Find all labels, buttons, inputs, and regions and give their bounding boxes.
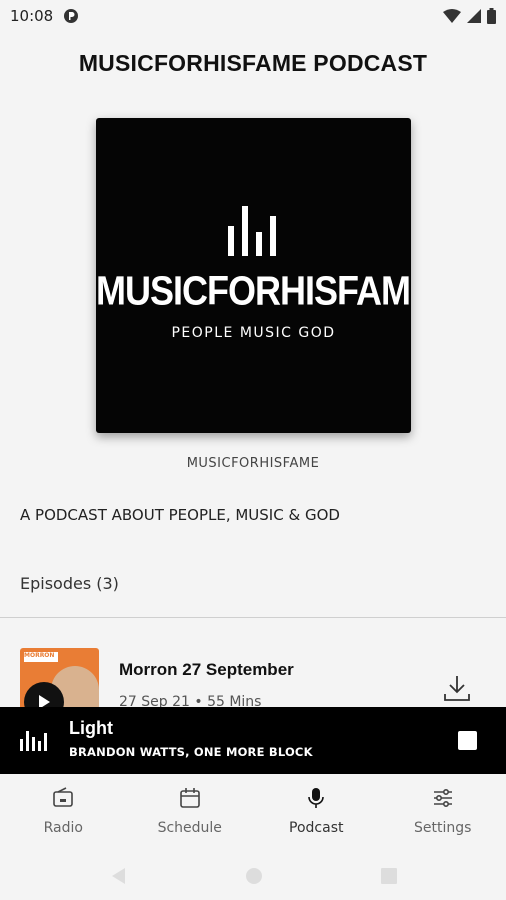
back-icon[interactable] — [109, 866, 127, 886]
play-icon — [39, 695, 50, 708]
nav-radio[interactable]: Radio — [0, 774, 127, 852]
podcast-author: MUSICFORHISFAME — [186, 456, 320, 471]
radio-icon — [53, 787, 74, 807]
podcast-description: A PODCAST ABOUT PEOPLE, MUSIC & GOD — [20, 506, 340, 524]
battery-icon — [487, 8, 496, 24]
nav-schedule[interactable]: Schedule — [127, 774, 254, 852]
episode-item[interactable]: MORRON Morron 27 September 27 Sep 21 • 5… — [0, 648, 506, 708]
stop-button[interactable] — [458, 731, 477, 750]
artwork-brand: MUSICFORHISFAME — [96, 267, 411, 314]
nav-label-settings: Settings — [414, 820, 472, 836]
wifi-icon — [443, 9, 461, 23]
episode-title: Morron 27 September — [119, 660, 294, 679]
system-navigation-bar — [0, 852, 506, 900]
now-playing-wave-icon — [20, 731, 47, 751]
artwork-tagline: PEOPLE MUSIC GOD — [171, 325, 336, 341]
bottom-nav: Radio Schedule Podcast Settings — [0, 774, 506, 852]
notification-app-icon — [64, 9, 79, 23]
now-playing-title: Light — [69, 718, 113, 738]
episode-thumbnail: MORRON — [20, 648, 99, 708]
sliders-icon — [433, 788, 452, 808]
page-title: MUSICFORHISFAME PODCAST — [78, 50, 428, 76]
home-icon[interactable] — [245, 867, 263, 885]
nav-settings[interactable]: Settings — [380, 774, 506, 852]
status-time: 10:08 — [10, 7, 54, 25]
nav-podcast[interactable]: Podcast — [253, 774, 380, 852]
calendar-icon — [179, 788, 200, 808]
mini-player[interactable]: Light BRANDON WATTS, ONE MORE BLOCK — [0, 707, 506, 774]
nav-label-schedule: Schedule — [157, 820, 222, 836]
divider — [0, 617, 506, 618]
episode-thumb-label: MORRON — [24, 652, 58, 662]
nav-label-radio: Radio — [43, 820, 83, 836]
episodes-heading: Episodes (3) — [20, 574, 119, 593]
nav-label-podcast: Podcast — [289, 820, 344, 836]
download-button[interactable] — [443, 674, 471, 702]
podcast-artwork: MUSICFORHISFAME PEOPLE MUSIC GOD — [96, 118, 411, 433]
cell-signal-icon — [467, 9, 481, 23]
equalizer-logo-icon — [227, 206, 276, 256]
microphone-icon — [308, 788, 325, 808]
download-icon — [444, 676, 470, 701]
status-bar: 10:08 — [0, 0, 506, 32]
recents-icon[interactable] — [381, 868, 397, 884]
episode-meta: 27 Sep 21 • 55 Mins — [119, 694, 262, 708]
now-playing-artist: BRANDON WATTS, ONE MORE BLOCK — [69, 745, 313, 759]
